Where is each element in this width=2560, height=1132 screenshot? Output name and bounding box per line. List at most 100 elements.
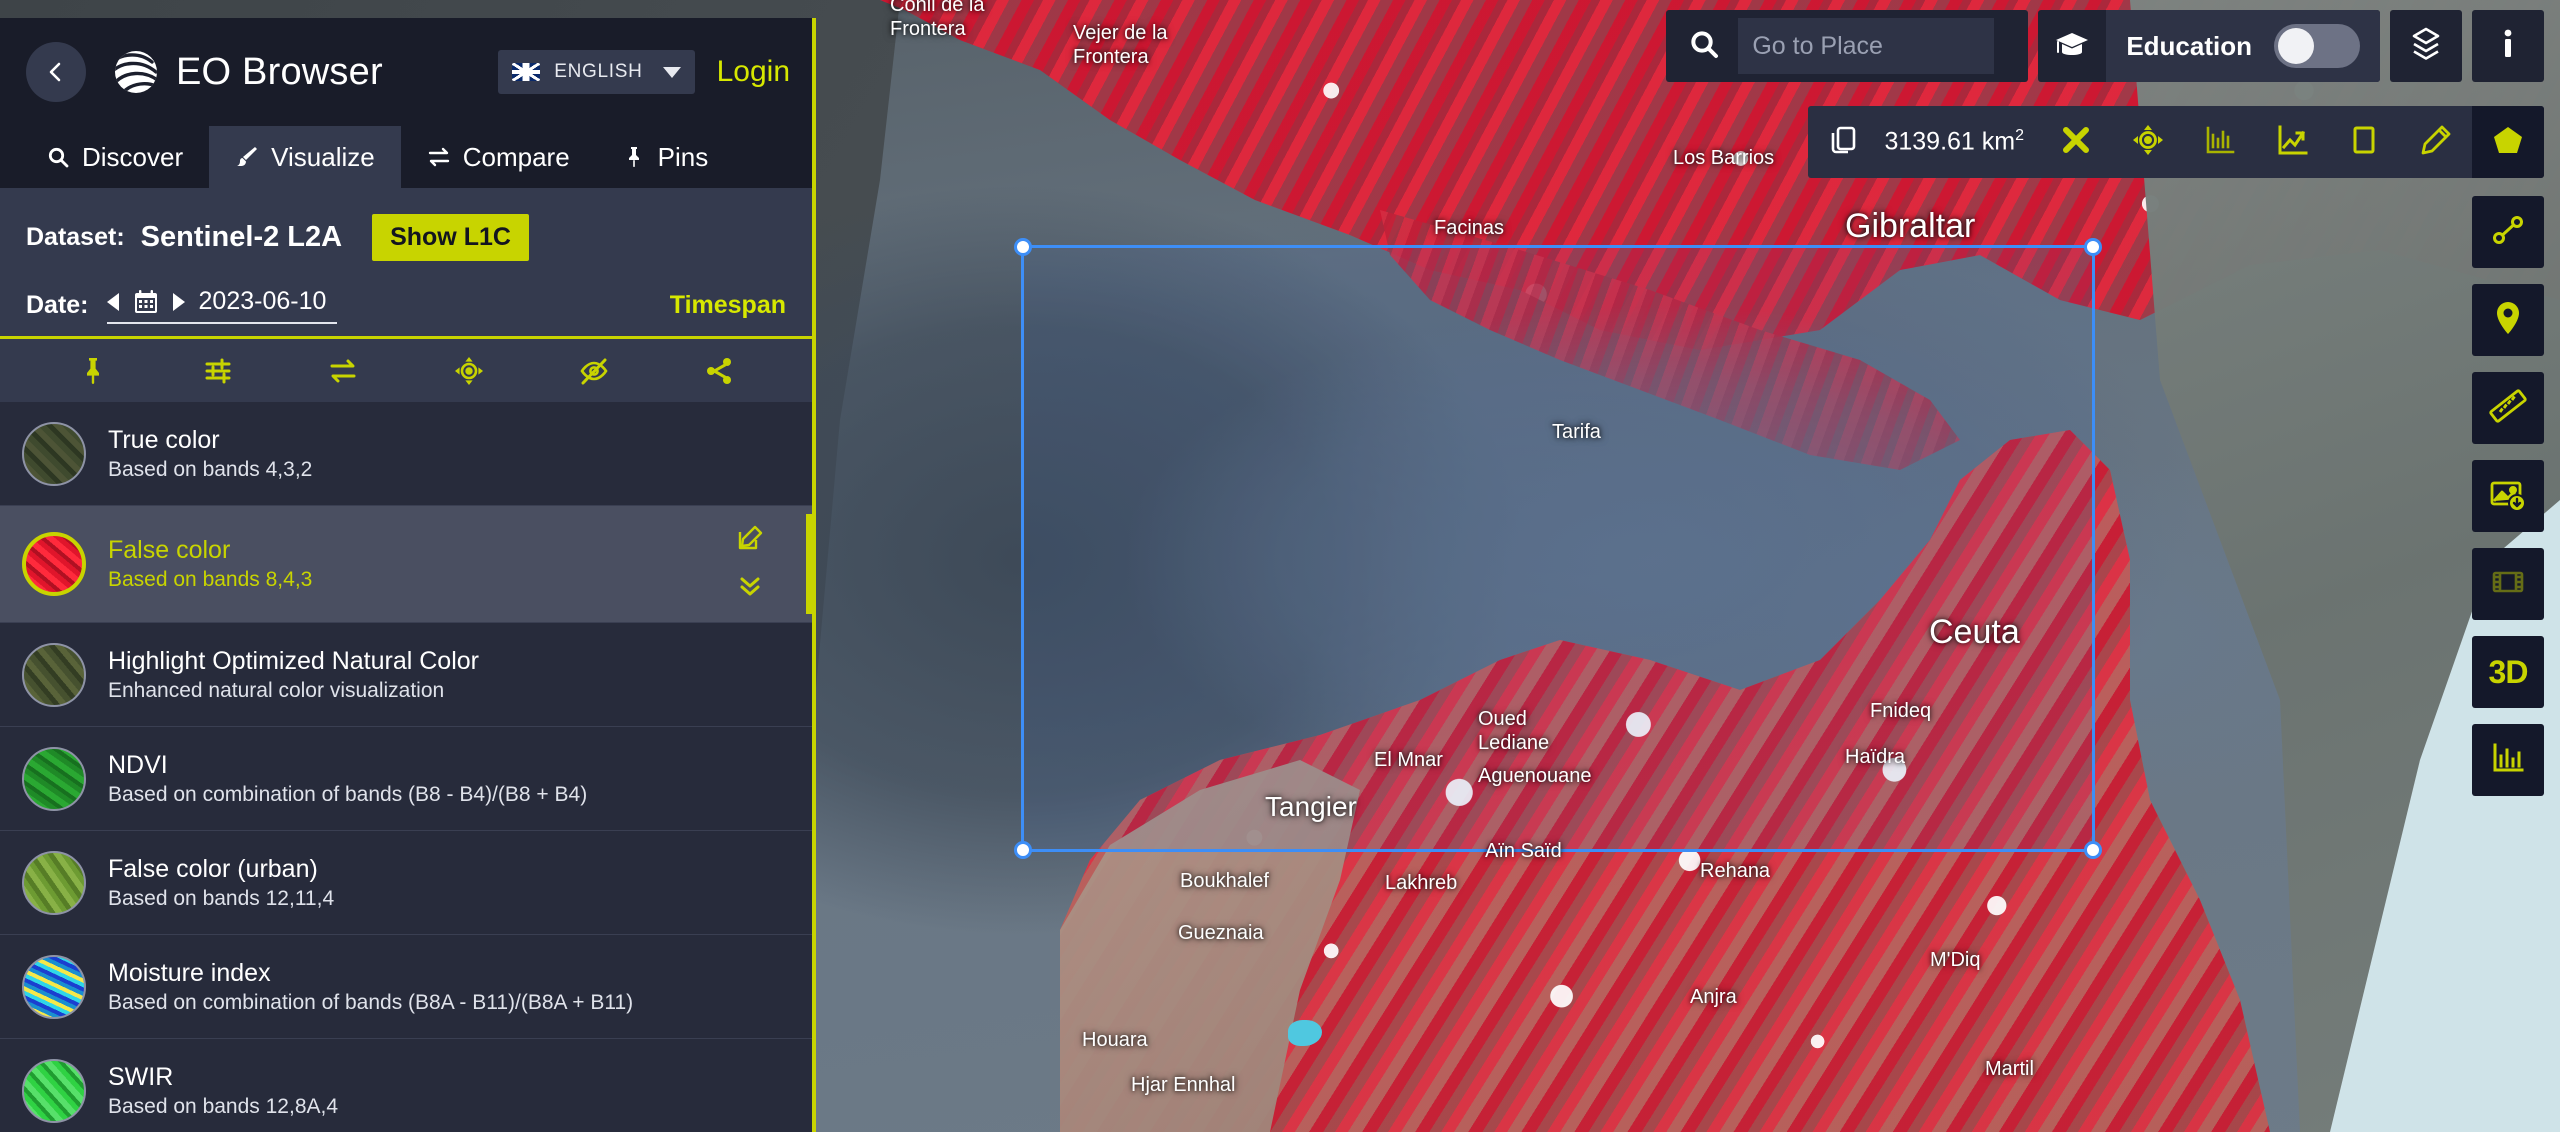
top-right-controls: Education xyxy=(1666,10,2544,82)
graduation-cap-icon xyxy=(2038,10,2106,82)
layer-item-swir[interactable]: SWIR Based on bands 12,8A,4 xyxy=(0,1039,812,1132)
education-label: Education xyxy=(2126,30,2252,61)
chevrons-down-icon[interactable] xyxy=(736,571,764,604)
language-selector[interactable]: ENGLISH xyxy=(498,50,695,94)
search-icon xyxy=(1688,28,1720,65)
sidebar-header: EO Browser ENGLISH Login xyxy=(0,18,812,126)
calendar-icon[interactable] xyxy=(133,289,159,315)
date-label: Date: xyxy=(26,291,89,319)
eye-off-icon[interactable] xyxy=(578,355,610,387)
timespan-button[interactable]: Timespan xyxy=(670,291,786,320)
sliders-icon[interactable] xyxy=(202,355,234,387)
add-marker-button[interactable] xyxy=(2472,284,2544,356)
brush-icon xyxy=(237,147,258,166)
layer-item-true-color[interactable]: True color Based on bands 4,3,2 xyxy=(0,402,812,506)
measurement-toolbar: 3139.61 km2 xyxy=(1808,106,2544,178)
layer-title: Moisture index xyxy=(108,958,271,987)
aoi-selection-rectangle[interactable] xyxy=(1014,238,2102,859)
polygon-icon xyxy=(2491,123,2525,162)
tab-pins[interactable]: Pins xyxy=(596,126,735,188)
3d-button[interactable]: 3D xyxy=(2472,636,2544,708)
share-icon[interactable] xyxy=(703,355,735,387)
image-download-icon xyxy=(2488,474,2528,519)
crosshair-icon[interactable] xyxy=(453,355,485,387)
histogram-button[interactable] xyxy=(2184,106,2256,178)
map-pin-icon xyxy=(2488,298,2528,343)
prev-date-button[interactable] xyxy=(106,292,119,311)
layer-thumbnail xyxy=(22,746,86,811)
center-aoi-button[interactable] xyxy=(2112,106,2184,178)
layer-text: False color (urban) Based on bands 12,11,… xyxy=(108,855,334,911)
aoi-handle-top-right[interactable] xyxy=(2084,238,2102,256)
3d-icon: 3D xyxy=(2488,653,2529,690)
toggle-knob xyxy=(2278,28,2314,64)
language-label: ENGLISH xyxy=(554,61,643,82)
draw-tool-button[interactable] xyxy=(2400,106,2472,178)
aoi-handle-bottom-right[interactable] xyxy=(2084,841,2102,859)
dataset-section: Dataset: Sentinel-2 L2A Show L1C Date: 2… xyxy=(0,188,812,336)
compare-icon[interactable] xyxy=(327,355,359,387)
eo-browser-logo-icon xyxy=(115,51,157,93)
layer-subtitle: Based on bands 12,11,4 xyxy=(108,886,335,910)
layers-button[interactable] xyxy=(2390,10,2462,82)
chevron-down-icon xyxy=(662,66,681,78)
layer-subtitle: Based on bands 4,3,2 xyxy=(108,457,313,481)
back-button[interactable] xyxy=(26,42,86,102)
layer-title: False color xyxy=(108,536,231,564)
tab-compare[interactable]: Compare xyxy=(401,126,596,188)
crosshair-icon xyxy=(2131,123,2165,162)
edit-layer-icon[interactable] xyxy=(736,524,764,557)
line-chart-icon xyxy=(2275,123,2309,162)
statistics-button[interactable] xyxy=(2472,724,2544,796)
polygon-tool-button[interactable] xyxy=(2472,106,2544,178)
date-control[interactable]: 2023-06-10 xyxy=(106,287,337,324)
search-icon xyxy=(48,147,69,168)
film-icon xyxy=(2488,562,2528,607)
next-date-button[interactable] xyxy=(172,292,185,311)
pin-icon xyxy=(628,147,639,167)
layer-title: False color (urban) xyxy=(108,854,318,883)
date-value[interactable]: 2023-06-10 xyxy=(199,287,327,316)
login-link[interactable]: Login xyxy=(717,55,790,89)
copy-button[interactable] xyxy=(1808,106,1880,178)
right-side-toolbar: 3D xyxy=(2472,196,2544,796)
aoi-handle-top-left[interactable] xyxy=(1014,238,1032,256)
ruler-icon xyxy=(2488,386,2528,431)
info-button[interactable] xyxy=(2472,10,2544,82)
measure-distance-icon xyxy=(2488,210,2528,255)
education-mode-control[interactable]: Education xyxy=(2038,10,2380,82)
tab-discover[interactable]: Discover xyxy=(20,126,209,188)
tab-label: Compare xyxy=(462,141,570,172)
pin-icon[interactable] xyxy=(77,355,109,387)
timelapse-button[interactable] xyxy=(2472,548,2544,620)
layer-subtitle: Enhanced natural color visualization xyxy=(108,678,445,702)
layer-item-honc[interactable]: Highlight Optimized Natural Color Enhance… xyxy=(0,623,812,727)
show-l1c-button[interactable]: Show L1C xyxy=(372,214,529,261)
layer-thumbnail xyxy=(22,954,86,1019)
layer-text: Moisture index Based on combination of ba… xyxy=(108,959,633,1015)
education-toggle[interactable] xyxy=(2274,24,2360,68)
dataset-row: Dataset: Sentinel-2 L2A Show L1C xyxy=(26,214,786,261)
layer-item-ndvi[interactable]: NDVI Based on combination of bands (B8 - … xyxy=(0,727,812,831)
measure-distance-button[interactable] xyxy=(2472,196,2544,268)
tab-visualize[interactable]: Visualize xyxy=(209,126,401,188)
tab-label: Visualize xyxy=(271,141,375,172)
layer-title: NDVI xyxy=(108,750,168,779)
layer-item-false-urban[interactable]: False color (urban) Based on bands 12,11,… xyxy=(0,831,812,935)
layer-list[interactable]: True color Based on bands 4,3,2 False colo… xyxy=(0,402,812,1132)
sidebar-tabs: Discover Visualize Compare Pins xyxy=(0,126,812,188)
layer-subtitle: Based on bands 8,4,3 xyxy=(108,568,313,591)
download-image-button[interactable] xyxy=(2472,460,2544,532)
layer-item-moisture[interactable]: Moisture index Based on combination of ba… xyxy=(0,935,812,1039)
clear-aoi-button[interactable] xyxy=(2040,106,2112,178)
layer-item-false-color[interactable]: False color Based on bands 8,4,3 xyxy=(0,506,812,623)
line-chart-button[interactable] xyxy=(2256,106,2328,178)
go-to-place-search[interactable] xyxy=(1666,10,2029,82)
copy-icon xyxy=(1827,123,1861,162)
rectangle-tool-button[interactable] xyxy=(2328,106,2400,178)
aoi-handle-bottom-left[interactable] xyxy=(1014,841,1032,859)
layer-subtitle: Based on combination of bands (B8A - B11… xyxy=(108,990,634,1014)
aoi-area-value: 3139.61 km2 xyxy=(1884,127,2024,156)
ruler-button[interactable] xyxy=(2472,372,2544,444)
search-input[interactable] xyxy=(1738,18,1995,74)
